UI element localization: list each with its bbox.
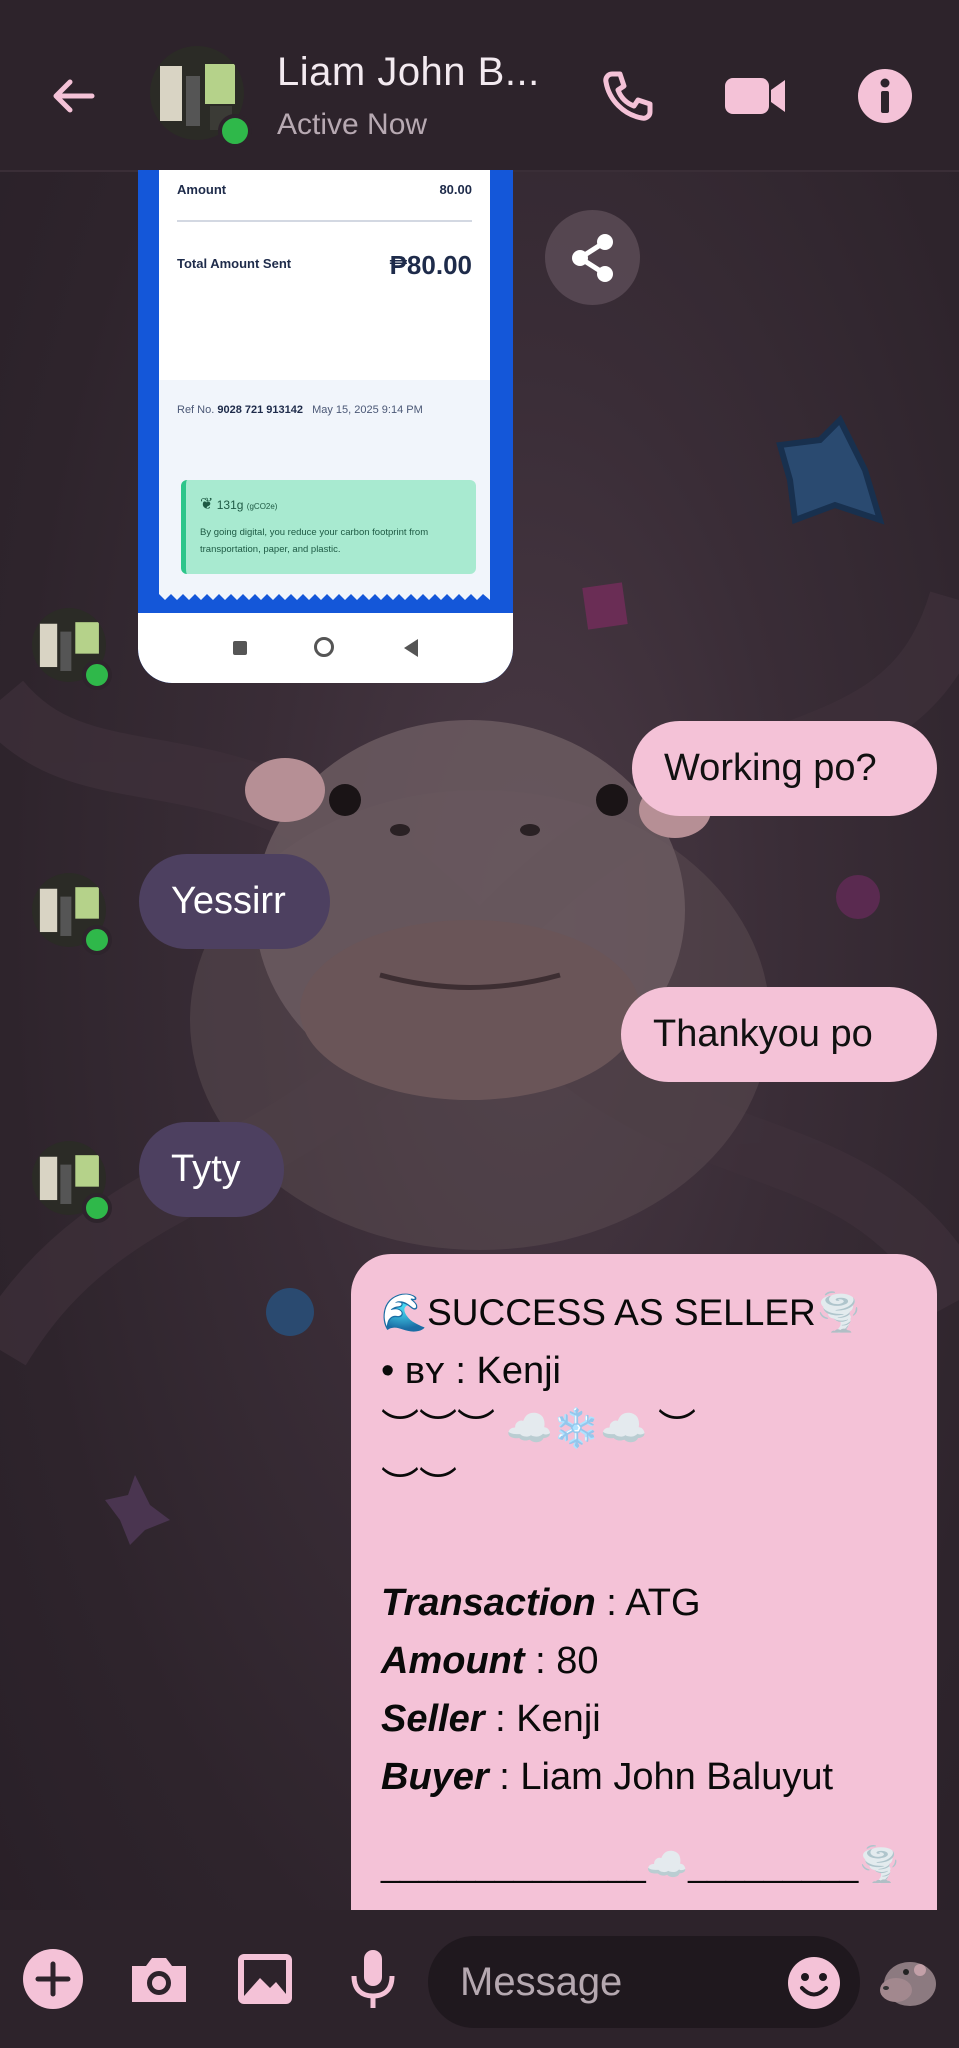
row-label: Buyer xyxy=(381,1756,489,1798)
ref-label: Ref No. xyxy=(177,404,215,416)
success-seller-message[interactable]: 🌊SUCCESS AS SELLER🌪️ • ʙʏ : Kenji ︶︶︶ ☁️… xyxy=(351,1254,937,1910)
row-value: : ATG xyxy=(595,1582,701,1624)
divider xyxy=(177,220,472,222)
back-triangle-icon xyxy=(404,639,418,657)
microphone-icon[interactable] xyxy=(340,1946,406,2012)
incoming-message[interactable]: Yessirr xyxy=(139,854,330,949)
eco-unit: (gCO2e) xyxy=(246,502,278,511)
ref-date: May 15, 2025 9:14 PM xyxy=(312,404,423,416)
seller-row: Seller : Kenji xyxy=(381,1690,907,1748)
row-label: Seller xyxy=(381,1698,485,1740)
card-by-line: • ʙʏ : Kenji xyxy=(381,1342,907,1400)
card-title: 🌊SUCCESS AS SELLER🌪️ xyxy=(381,1292,862,1333)
home-icon xyxy=(314,637,334,657)
transaction-row: Transaction : ATG xyxy=(381,1574,907,1632)
row-value: : Liam John Baluyut xyxy=(488,1756,834,1798)
total-value: ₱80.00 xyxy=(389,250,472,280)
leaf-icon: ❦ xyxy=(200,496,214,513)
decoration-line: ︶︶ xyxy=(381,1466,458,1508)
active-status: Active Now xyxy=(277,108,428,141)
receipt-image-message[interactable]: Amount 80.00 Total Amount Sent ₱80.00 Re… xyxy=(138,170,513,683)
online-indicator xyxy=(218,114,252,148)
contact-name[interactable]: Liam John B... xyxy=(277,50,540,95)
ref-number: 9028 721 913142 xyxy=(217,404,304,416)
divider-line: ______________☁️_________🌪️ xyxy=(381,1846,901,1884)
row-label: Transaction xyxy=(381,1582,596,1624)
by-prefix: • ʙʏ xyxy=(381,1350,445,1392)
eco-footprint-card: ❦ 131g (gCO2e) By going digital, you red… xyxy=(181,480,476,574)
plus-icon[interactable] xyxy=(20,1946,86,2012)
share-button[interactable] xyxy=(545,210,640,305)
camera-icon[interactable] xyxy=(126,1946,192,2012)
ref-line: Ref No. 9028 721 913142 May 15, 2025 9:1… xyxy=(177,404,423,416)
eco-text: By going digital, you reduce your carbon… xyxy=(200,527,429,555)
chat-header: Liam John B... Active Now xyxy=(0,0,959,172)
online-indicator xyxy=(82,660,112,690)
amount-value: 80.00 xyxy=(439,182,472,197)
row-value: : 80 xyxy=(524,1640,599,1682)
back-arrow-icon[interactable] xyxy=(44,66,104,126)
by-value: : Kenji xyxy=(455,1350,561,1392)
video-call-icon[interactable] xyxy=(723,66,789,126)
row-value: : Kenji xyxy=(484,1698,601,1740)
recents-icon xyxy=(233,641,247,655)
share-icon xyxy=(572,234,613,282)
decoration-line: ︶︶︶ ☁️❄️☁️ ︶ xyxy=(381,1408,697,1450)
buyer-row: Buyer : Liam John Baluyut xyxy=(381,1748,907,1806)
online-indicator xyxy=(82,1193,112,1223)
info-icon[interactable] xyxy=(855,66,915,126)
gallery-icon[interactable] xyxy=(232,1946,298,2012)
outgoing-message[interactable]: Thankyou po xyxy=(621,987,937,1082)
incoming-message[interactable]: Tyty xyxy=(139,1122,284,1217)
emoji-icon[interactable] xyxy=(786,1955,842,2011)
total-label: Total Amount Sent xyxy=(177,256,292,271)
receipt-zigzag-edge xyxy=(159,594,490,602)
message-input[interactable]: Message xyxy=(428,1936,860,2028)
online-indicator xyxy=(82,925,112,955)
row-label: Amount xyxy=(381,1640,525,1682)
amount-label: Amount xyxy=(177,182,227,197)
message-placeholder: Message xyxy=(460,1960,623,2004)
phone-call-icon[interactable] xyxy=(598,66,658,126)
receipt-paper: Amount 80.00 Total Amount Sent ₱80.00 Re… xyxy=(159,170,490,602)
amount-row: Amount : 80 xyxy=(381,1632,907,1690)
message-composer-bar: Message xyxy=(0,1910,959,2048)
hippo-quick-reaction-icon[interactable] xyxy=(876,1952,940,2010)
phone-navigation-bar xyxy=(138,613,513,683)
eco-weight: 131g xyxy=(216,498,244,512)
outgoing-message[interactable]: Working po? xyxy=(632,721,937,816)
